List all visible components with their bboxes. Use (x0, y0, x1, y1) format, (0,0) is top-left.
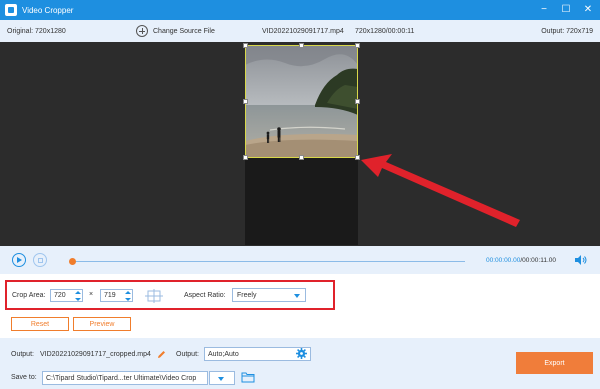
output-filename: VID20221029091717_cropped.mp4 (40, 351, 151, 358)
current-time: 00:00:00.00 (486, 257, 521, 264)
folder-icon[interactable] (241, 371, 255, 383)
title-bar: Video Cropper − ☐ ✕ (0, 0, 600, 20)
original-size-label: Original: 720x1280 (7, 27, 66, 35)
chevron-down-icon (294, 294, 300, 298)
gear-icon[interactable] (296, 348, 307, 359)
crop-controls: Crop Area: 720 × 719 Aspect Ratio: Freel… (0, 274, 600, 338)
close-icon[interactable]: ✕ (582, 3, 594, 16)
save-path-dropdown[interactable] (209, 371, 235, 385)
chevron-down-icon (218, 377, 224, 381)
change-source-label: Change Source File (153, 27, 215, 35)
aspect-ratio-label: Aspect Ratio: (184, 292, 226, 299)
change-source-button[interactable]: Change Source File (136, 25, 215, 37)
times-sign: × (89, 291, 94, 298)
aspect-ratio-value: Freely (237, 291, 257, 299)
stop-icon (37, 257, 43, 263)
timeline-track[interactable] (72, 261, 465, 262)
output-size-label: Output: 720x719 (541, 27, 593, 35)
play-button[interactable] (12, 253, 26, 267)
add-circle-icon (136, 25, 148, 37)
crop-area-label: Crop Area: (12, 292, 46, 299)
minimize-icon[interactable]: − (538, 3, 550, 16)
output-format-field[interactable]: Auto;Auto (204, 347, 311, 361)
source-filename: VID20221029091717.mp4 (262, 27, 344, 35)
total-time: /00:00:11.00 (520, 257, 557, 264)
crop-height-input[interactable]: 719 (100, 289, 133, 302)
volume-icon[interactable] (575, 255, 587, 265)
window-title: Video Cropper (22, 5, 74, 15)
stop-button[interactable] (33, 253, 47, 267)
crop-width-value: 720 (54, 292, 66, 299)
window-controls: − ☐ ✕ (538, 3, 594, 16)
preview-button[interactable]: Preview (73, 317, 131, 331)
red-arrow-annotation (361, 154, 520, 227)
save-path-field[interactable]: C:\Tipard Studio\Tipard...ter Ultimate\V… (42, 371, 208, 385)
width-stepper-icon[interactable] (75, 291, 81, 301)
info-bar: Original: 720x1280 Change Source File VI… (0, 20, 600, 42)
export-button[interactable]: Export (516, 352, 593, 374)
crop-height-value: 719 (104, 292, 116, 299)
save-path-value: C:\Tipard Studio\Tipard...ter Ultimate\V… (46, 374, 197, 382)
aspect-ratio-select[interactable]: Freely (232, 288, 306, 302)
output-format-value: Auto;Auto (208, 350, 239, 358)
output-format-label: Output: (176, 351, 199, 358)
source-meta: 720x1280/00:00:11 (355, 27, 415, 35)
app-icon (5, 4, 17, 16)
time-display: 00:00:00.00/00:00:11.00 (486, 257, 556, 264)
reset-button[interactable]: Reset (11, 317, 69, 331)
center-crop-icon[interactable] (145, 289, 163, 303)
output-label: Output: (11, 351, 34, 358)
save-to-label: Save to: (11, 374, 37, 381)
crop-width-input[interactable]: 720 (50, 289, 83, 302)
play-icon (17, 257, 22, 263)
height-stepper-icon[interactable] (125, 291, 131, 301)
output-panel: Output: VID20221029091717_cropped.mp4 Ou… (0, 338, 600, 389)
video-preview-area (0, 42, 600, 246)
timeline-thumb[interactable] (69, 258, 76, 265)
player-bar: 00:00:00.00/00:00:11.00 (0, 246, 600, 274)
maximize-icon[interactable]: ☐ (560, 3, 572, 16)
edit-pen-icon[interactable] (157, 350, 166, 359)
